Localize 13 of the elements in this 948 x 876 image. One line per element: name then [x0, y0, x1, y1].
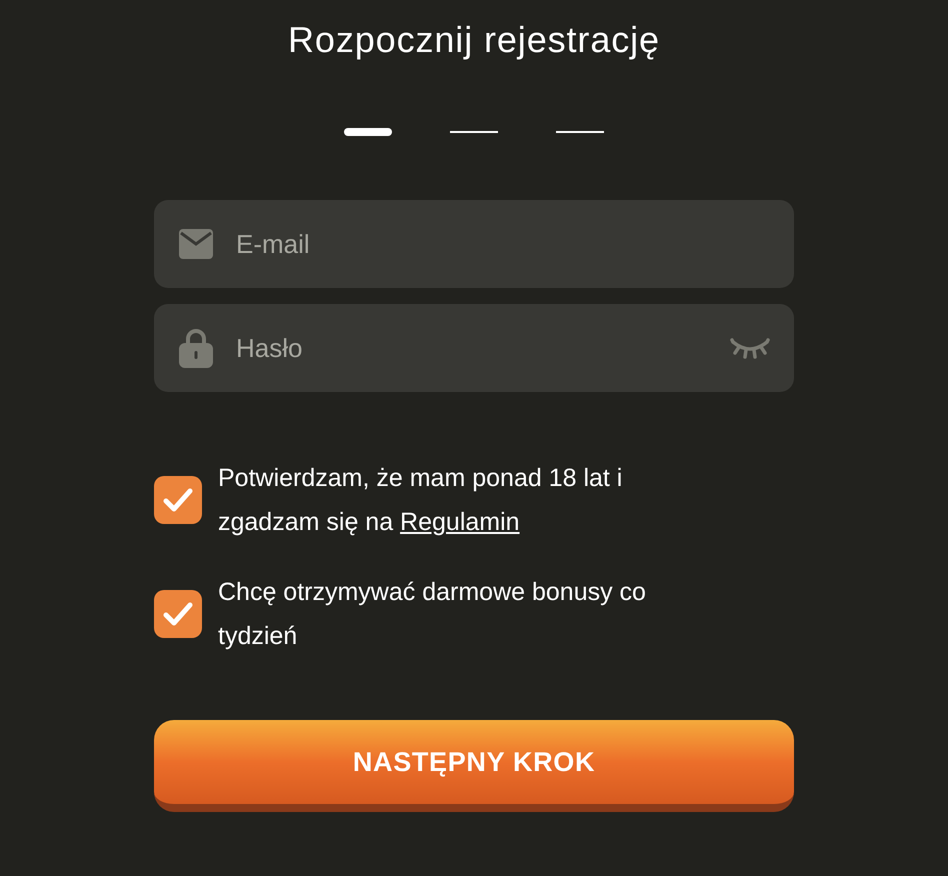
password-field[interactable]: Hasło [154, 304, 794, 392]
checkmark-icon [163, 488, 193, 512]
email-field[interactable]: E-mail [154, 200, 794, 288]
checkmark-icon [163, 602, 193, 626]
terms-link[interactable]: Regulamin [400, 508, 520, 536]
page-title: Rozpocznij rejestrację [288, 18, 660, 62]
checkbox[interactable] [154, 476, 202, 524]
checkbox-label: Potwierdzam, że mam ponad 18 lat i zgadzam się na Regulamin [218, 463, 624, 538]
checkbox[interactable] [154, 590, 202, 638]
eye-closed-icon[interactable] [730, 337, 770, 359]
padlock-icon [179, 328, 213, 368]
checkbox-label: Chcę otrzymywać darmowe bonusy co tydzień [218, 577, 647, 652]
envelope-icon [179, 229, 213, 259]
